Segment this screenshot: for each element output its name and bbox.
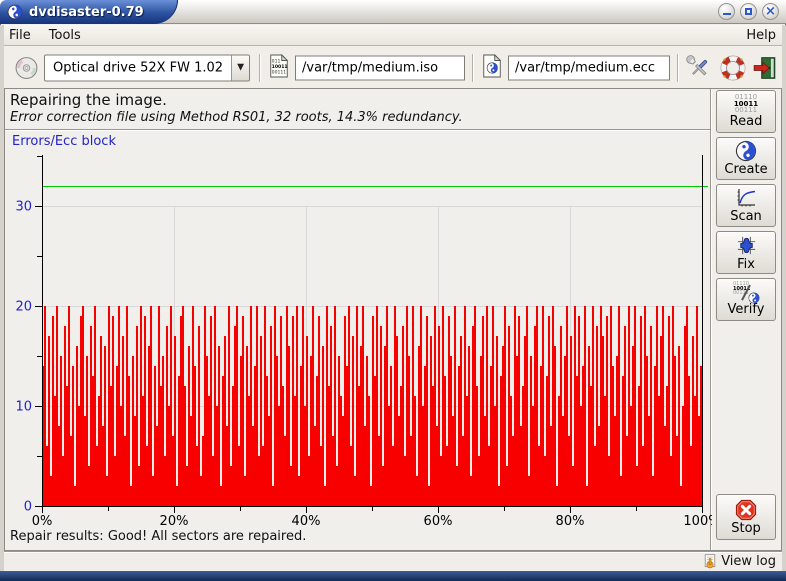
fix-button-label: Fix bbox=[737, 257, 755, 272]
tools-wrench-icon bbox=[686, 55, 712, 81]
window-border-bottom bbox=[0, 571, 786, 581]
read-button-label: Read bbox=[730, 114, 763, 129]
repair-result-text: Repair results: Good! All sectors are re… bbox=[10, 529, 306, 544]
status-title: Repairing the image. bbox=[10, 91, 167, 109]
fix-button[interactable]: Fix bbox=[716, 231, 776, 274]
binary-icon: 01110 10011 00111 bbox=[734, 94, 758, 114]
close-button[interactable]: × bbox=[762, 3, 779, 20]
verify-button-label: Verify bbox=[728, 302, 765, 317]
svg-text:011: 011 bbox=[272, 58, 281, 64]
svg-text:60%: 60% bbox=[424, 514, 453, 529]
help-button[interactable] bbox=[718, 53, 748, 83]
svg-text:30: 30 bbox=[15, 200, 32, 215]
verify-button[interactable]: 01110 10011 00111 Verify bbox=[716, 278, 776, 321]
preferences-button[interactable] bbox=[684, 53, 714, 83]
chart-title: Errors/Ecc block bbox=[12, 134, 116, 149]
title-bar[interactable]: dvdisaster-0.79 × bbox=[0, 0, 786, 24]
image-file-icon: 011 10011 00111 bbox=[268, 53, 290, 82]
scan-button[interactable]: Scan bbox=[716, 184, 776, 227]
image-file-input[interactable] bbox=[295, 55, 465, 80]
stop-button-label: Stop bbox=[731, 521, 761, 536]
app-logo-yinyang-icon bbox=[7, 4, 23, 20]
menu-help[interactable]: Help bbox=[736, 26, 786, 45]
exit-door-icon bbox=[752, 55, 778, 81]
scan-button-label: Scan bbox=[730, 209, 762, 224]
minimize-button[interactable] bbox=[718, 3, 735, 20]
svg-text:20: 20 bbox=[15, 300, 32, 315]
menu-bar: File Tools Help bbox=[0, 25, 786, 46]
toolbar-separator bbox=[677, 54, 679, 82]
minimize-icon bbox=[723, 13, 731, 15]
toolbar-separator bbox=[259, 54, 261, 82]
svg-text:40%: 40% bbox=[292, 514, 321, 529]
view-log-button[interactable]: View log bbox=[702, 553, 776, 570]
svg-text:10011: 10011 bbox=[272, 63, 288, 69]
yinyang-icon bbox=[735, 140, 757, 162]
quit-button[interactable] bbox=[750, 53, 780, 83]
chevron-down-icon[interactable]: ▼ bbox=[231, 55, 249, 80]
app-window: dvdisaster-0.79 × File Tools Help Optica… bbox=[0, 0, 786, 581]
svg-text:20%: 20% bbox=[160, 514, 189, 529]
svg-text:0%: 0% bbox=[32, 514, 53, 529]
scan-curve-icon bbox=[734, 187, 758, 209]
ecc-file-input[interactable] bbox=[508, 55, 670, 80]
menu-tools[interactable]: Tools bbox=[40, 26, 90, 45]
svg-text:00111: 00111 bbox=[272, 69, 287, 75]
svg-text:10: 10 bbox=[15, 400, 32, 415]
window-title: dvdisaster-0.79 bbox=[29, 5, 144, 20]
svg-text:0: 0 bbox=[24, 500, 32, 515]
view-log-label: View log bbox=[721, 554, 776, 569]
puzzle-piece-icon bbox=[735, 234, 758, 257]
maximize-icon bbox=[745, 8, 752, 15]
ecc-file-icon bbox=[481, 53, 503, 82]
status-subtitle: Error correction file using Method RS01,… bbox=[10, 110, 463, 125]
lifebelt-icon bbox=[720, 55, 746, 81]
status-bar: View log bbox=[4, 551, 782, 571]
svg-text:100%: 100% bbox=[683, 514, 712, 529]
drive-select-value: Optical drive 52X FW 1.02 bbox=[45, 60, 231, 75]
svg-text:80%: 80% bbox=[556, 514, 585, 529]
errors-chart: 0 10 20 30 0% 20% 40% 60% 80% 100% bbox=[6, 130, 712, 530]
optical-disc-icon bbox=[13, 55, 39, 80]
drive-select[interactable]: Optical drive 52X FW 1.02 ▼ bbox=[44, 54, 250, 81]
create-button-label: Create bbox=[724, 162, 767, 177]
toolbar: Optical drive 52X FW 1.02 ▼ 011 10011 00… bbox=[0, 47, 786, 88]
title-blob: dvdisaster-0.79 bbox=[0, 0, 178, 24]
stop-button[interactable]: Stop bbox=[716, 494, 776, 540]
create-button[interactable]: Create bbox=[716, 137, 776, 180]
view-log-icon bbox=[702, 553, 718, 570]
stop-octagon-icon bbox=[735, 499, 757, 521]
menu-file[interactable]: File bbox=[0, 26, 40, 45]
maximize-button[interactable] bbox=[740, 3, 757, 20]
close-icon: × bbox=[765, 5, 776, 18]
read-button[interactable]: 01110 10011 00111 Read bbox=[716, 90, 776, 133]
verify-icon: 01110 10011 00111 bbox=[733, 282, 759, 302]
toolbar-separator bbox=[472, 54, 474, 82]
window-border-right bbox=[782, 25, 786, 571]
